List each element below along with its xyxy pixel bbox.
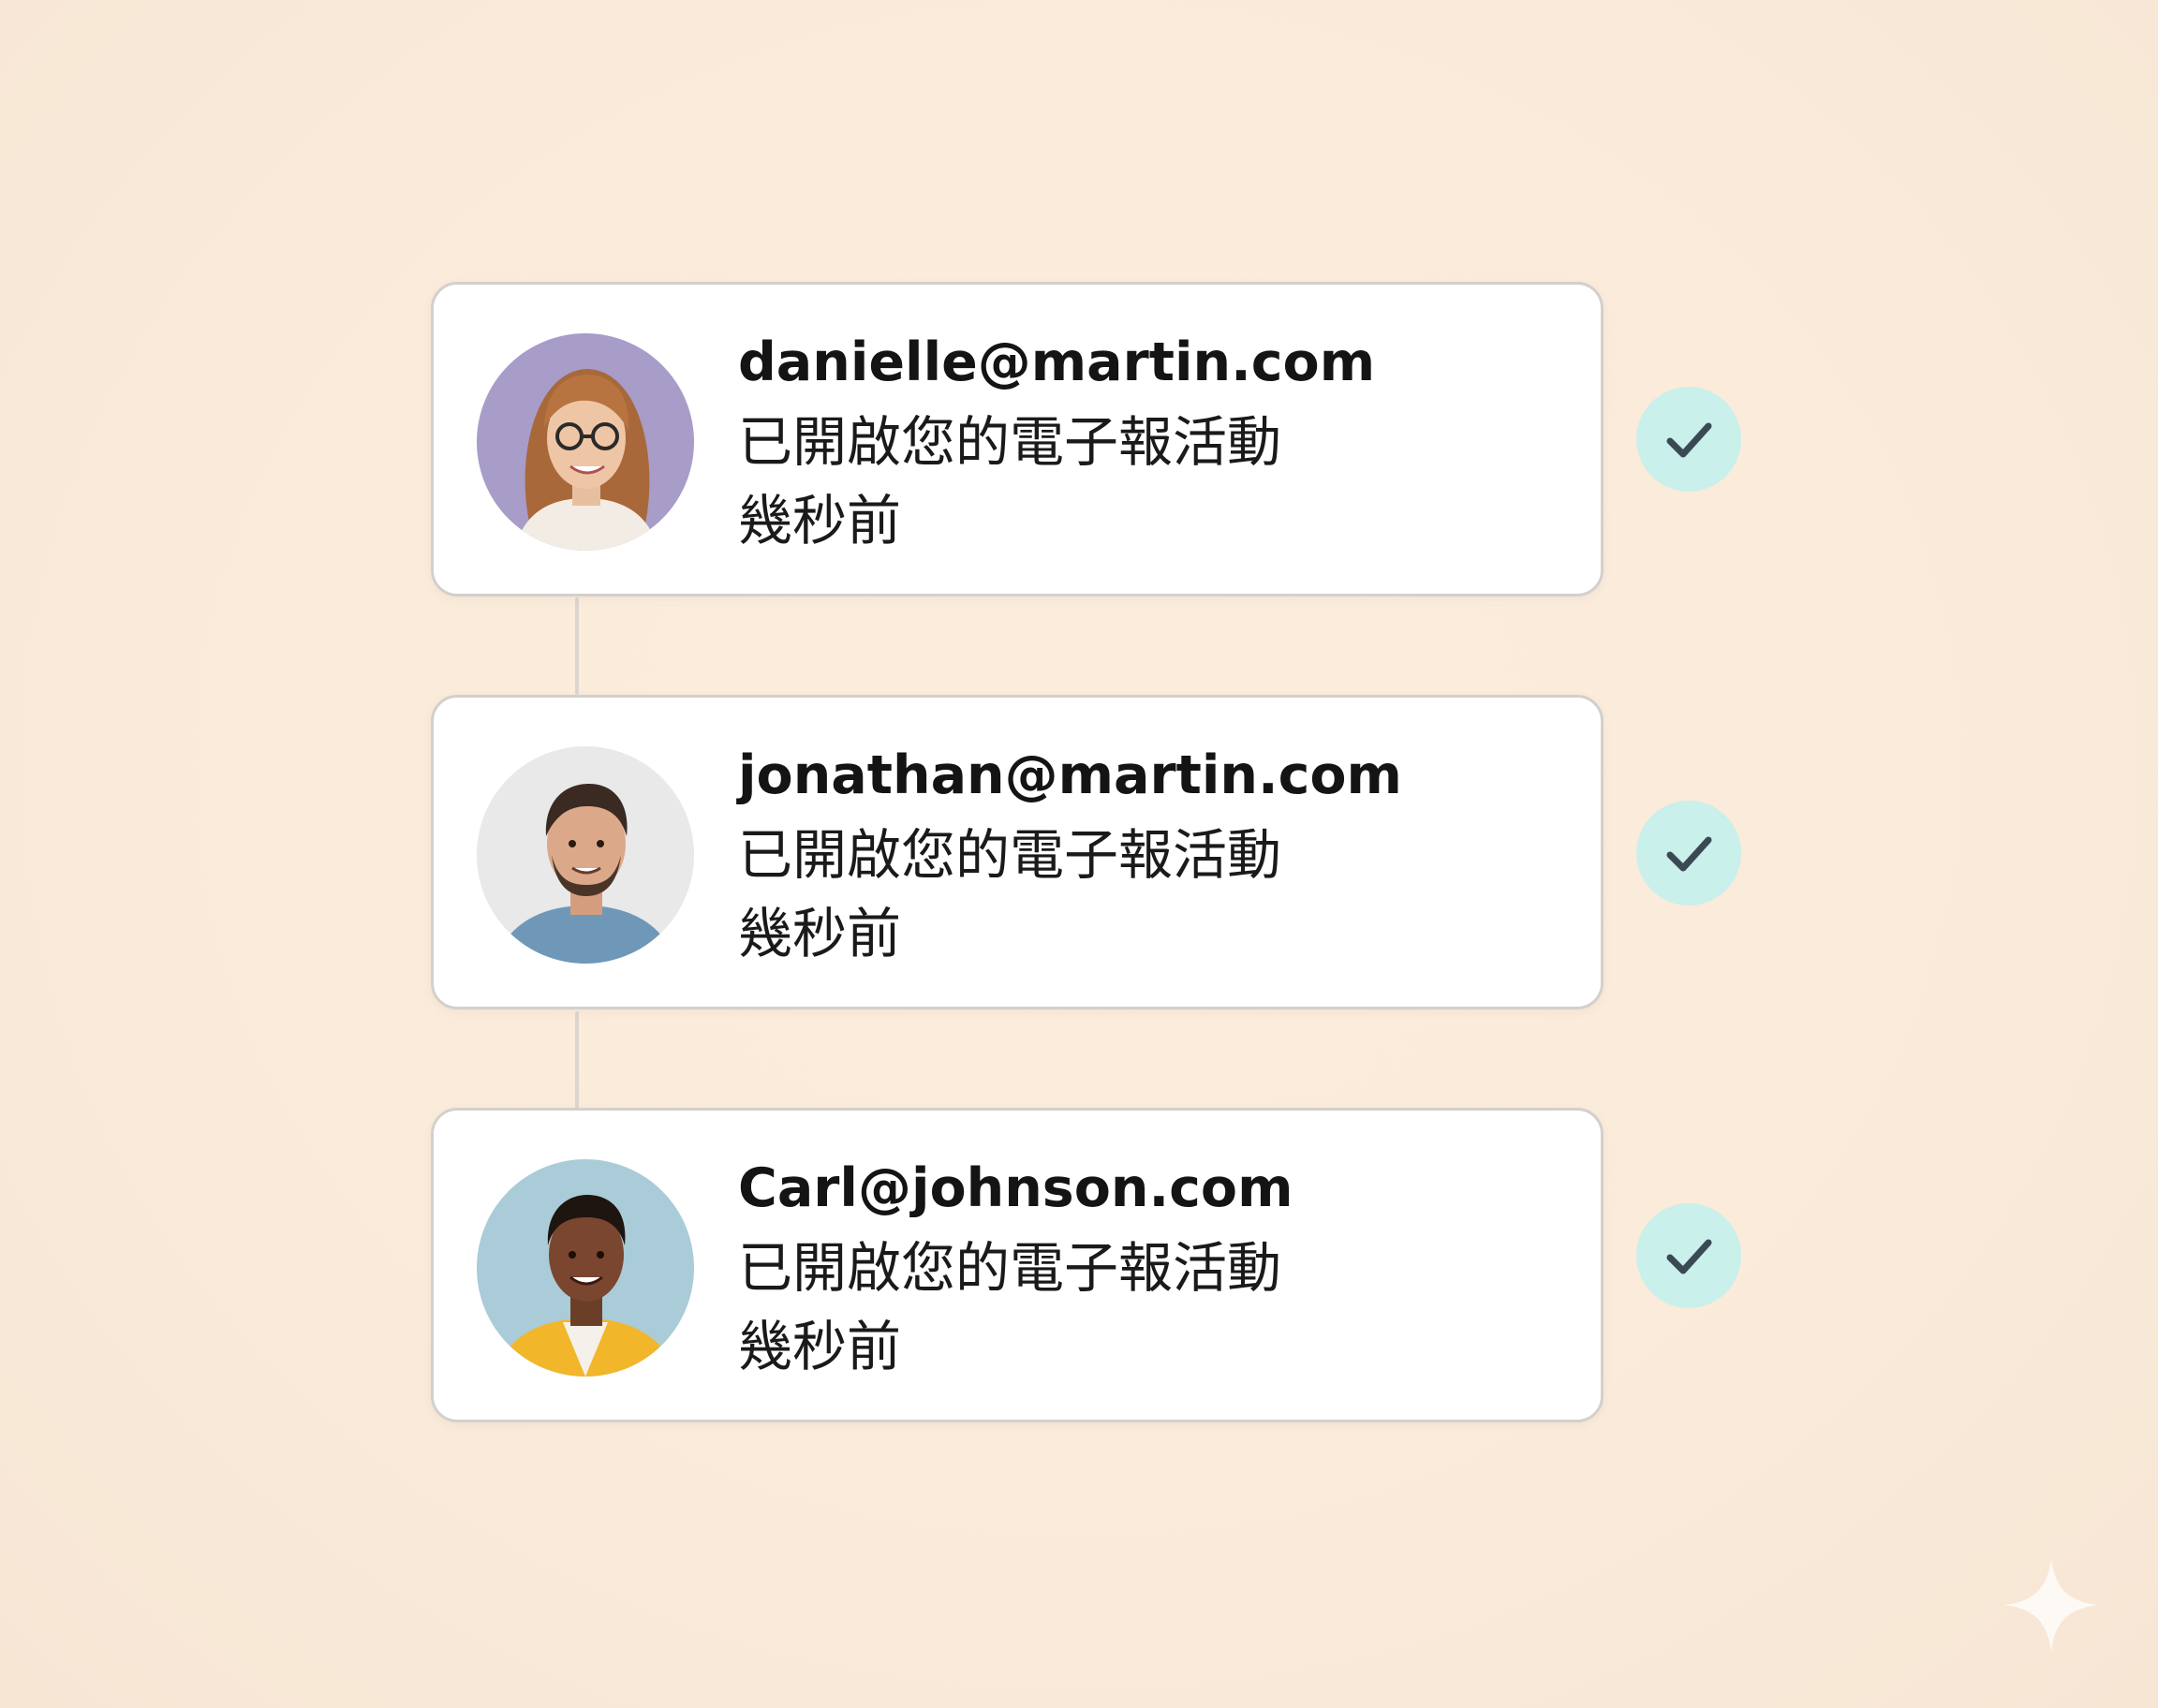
activity-card[interactable]: danielle@martin.com 已開啟您的電子報活動 幾秒前 <box>431 282 1604 596</box>
activity-card[interactable]: Carl@johnson.com 已開啟您的電子報活動 幾秒前 <box>431 1108 1604 1422</box>
activity-text: 已開啟您的電子報活動 <box>738 410 1282 474</box>
timeline-connector <box>575 597 579 695</box>
timestamp: 幾秒前 <box>738 1315 902 1378</box>
timeline-connector <box>575 1011 579 1109</box>
avatar <box>477 1159 694 1377</box>
activity-text: 已開啟您的電子報活動 <box>738 823 1282 887</box>
check-icon <box>1636 801 1741 906</box>
avatar <box>477 746 694 964</box>
avatar <box>477 333 694 551</box>
check-icon <box>1636 387 1741 492</box>
user-email: jonathan@martin.com <box>738 744 1402 806</box>
activity-card[interactable]: jonathan@martin.com 已開啟您的電子報活動 幾秒前 <box>431 695 1604 1009</box>
man-blue-shirt-avatar <box>477 746 694 964</box>
timestamp: 幾秒前 <box>738 902 902 965</box>
sparkle-icon <box>2003 1556 2100 1654</box>
check-icon <box>1636 1203 1741 1308</box>
timestamp: 幾秒前 <box>738 489 902 552</box>
woman-with-glasses-avatar <box>477 333 694 551</box>
user-email: Carl@johnson.com <box>738 1157 1293 1219</box>
user-email: danielle@martin.com <box>738 331 1376 393</box>
activity-text: 已開啟您的電子報活動 <box>738 1236 1282 1300</box>
man-yellow-jacket-avatar <box>477 1159 694 1377</box>
